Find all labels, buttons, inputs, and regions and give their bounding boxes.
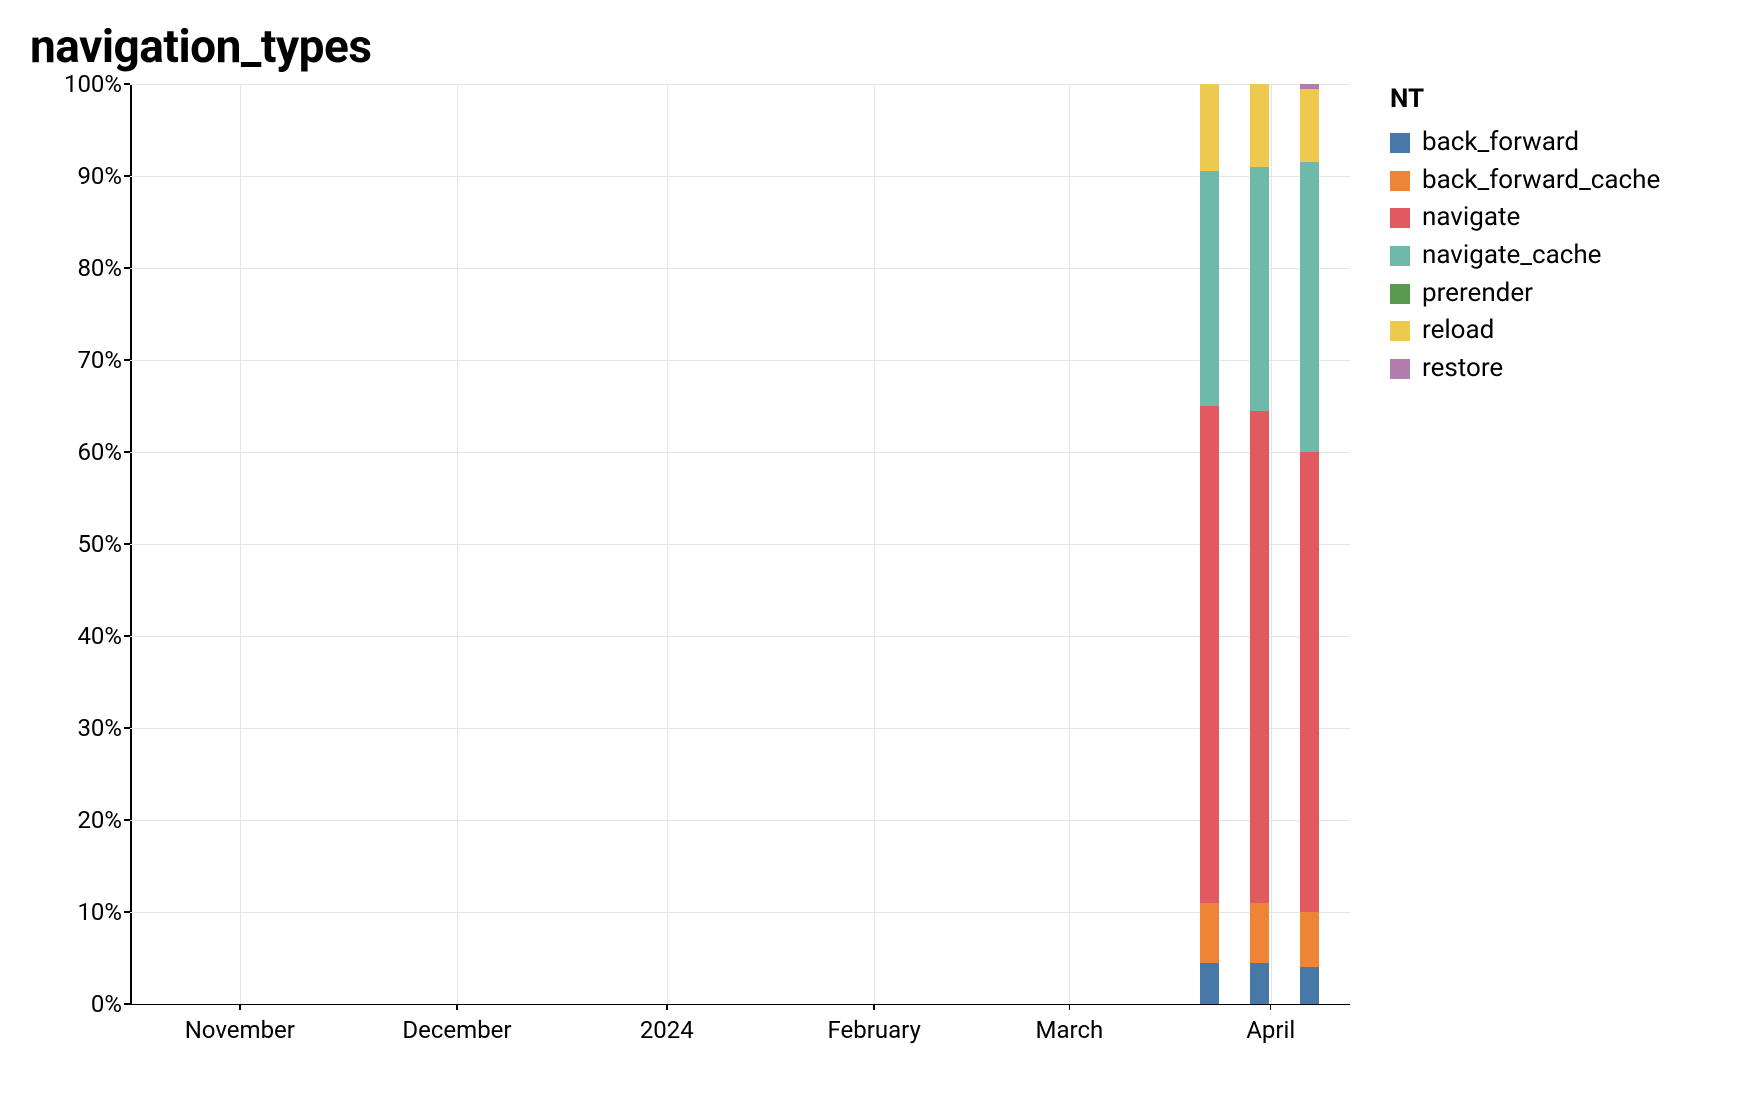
gridline-v [1069,84,1070,1004]
gridline-h [130,820,1350,821]
gridline-h [130,544,1350,545]
bar-segment-back_forward [1250,963,1270,1004]
chart-container: navigation_types 0%10%20%30%40%50%60%70%… [0,0,1738,1108]
legend-label: prerender [1422,275,1533,313]
gridline-v [457,84,458,1004]
plot-area: 0%10%20%30%40%50%60%70%80%90%100%Novembe… [130,84,1350,1005]
bar-column [1200,84,1220,1004]
gridline-v [240,84,241,1004]
gridline-h [130,452,1350,453]
bar-segment-reload [1200,84,1220,171]
bar-segment-navigate [1250,411,1270,903]
y-tick-label: 60% [77,438,130,466]
chart-block: 0%10%20%30%40%50%60%70%80%90%100%Novembe… [130,84,1350,1005]
gridline-h [130,176,1350,177]
x-tick-label: March [1036,1004,1104,1044]
bar-segment-back_forward [1300,967,1320,1004]
legend-swatch [1390,133,1410,153]
chart-title: navigation_types [30,20,1708,74]
legend-label: restore [1422,350,1503,388]
bar-segment-back_forward_cache [1250,903,1270,963]
gridline-h [130,268,1350,269]
y-tick-label: 100% [64,70,130,98]
legend-swatch [1390,284,1410,304]
legend-label: reload [1422,312,1494,350]
bar-segment-navigate_cache [1200,171,1220,406]
x-tick-label: February [828,1004,921,1044]
legend-item-navigate: navigate [1390,199,1660,237]
y-tick-label: 10% [77,898,130,926]
y-tick-label: 50% [77,530,130,558]
legend-item-reload: reload [1390,312,1660,350]
gridline-h [130,360,1350,361]
y-tick-label: 20% [77,806,130,834]
y-tick-label: 30% [77,714,130,742]
gridline-v [874,84,875,1004]
bar-segment-back_forward_cache [1300,912,1320,967]
legend-label: navigate_cache [1422,237,1601,275]
gridline-h [130,912,1350,913]
legend-label: back_forward [1422,124,1579,162]
bar-segment-reload [1250,84,1270,167]
y-tick-label: 80% [77,254,130,282]
chart-row: 0%10%20%30%40%50%60%70%80%90%100%Novembe… [30,84,1708,1005]
legend-item-prerender: prerender [1390,275,1660,313]
bar-segment-navigate [1200,406,1220,903]
legend-item-back_forward: back_forward [1390,124,1660,162]
gridline-v [1271,84,1272,1004]
legend-label: back_forward_cache [1422,162,1660,200]
legend: NT back_forwardback_forward_cachenavigat… [1390,84,1660,388]
y-tick-label: 40% [77,622,130,650]
y-tick-label: 70% [77,346,130,374]
legend-item-back_forward_cache: back_forward_cache [1390,162,1660,200]
gridline-h [130,84,1350,85]
legend-swatch [1390,246,1410,266]
x-tick-label: December [402,1004,511,1044]
legend-label: navigate [1422,199,1520,237]
bar-segment-navigate_cache [1250,167,1270,411]
y-tick-label: 0% [91,990,130,1018]
x-tick-label: April [1246,1004,1295,1044]
bar-segment-navigate [1300,452,1320,912]
gridline-h [130,636,1350,637]
gridline-v [667,84,668,1004]
bar-segment-back_forward [1200,963,1220,1004]
bar-segment-back_forward_cache [1200,903,1220,963]
legend-title: NT [1390,84,1660,114]
legend-item-restore: restore [1390,350,1660,388]
legend-swatch [1390,321,1410,341]
legend-swatch [1390,359,1410,379]
x-tick-label: 2024 [640,1004,694,1044]
legend-swatch [1390,171,1410,191]
x-tick-label: November [185,1004,295,1044]
bar-column [1250,84,1270,1004]
bar-segment-reload [1300,89,1320,163]
bar-column [1300,84,1320,1004]
bar-segment-navigate_cache [1300,162,1320,452]
y-tick-label: 90% [77,162,130,190]
gridline-h [130,728,1350,729]
legend-swatch [1390,208,1410,228]
legend-item-navigate_cache: navigate_cache [1390,237,1660,275]
